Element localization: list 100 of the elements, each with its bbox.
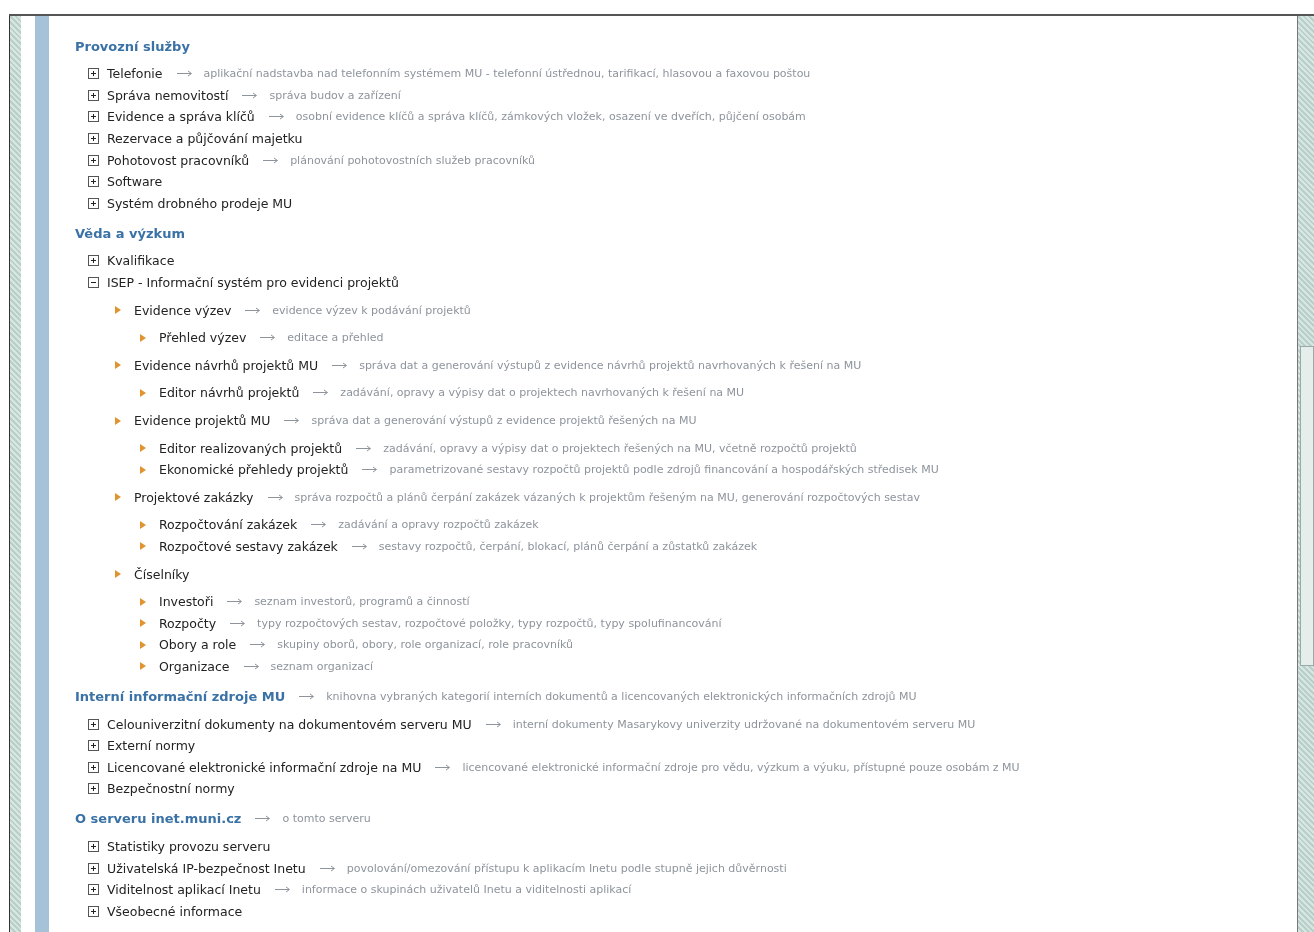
item-description: skupiny oborů, obory, role organizací, role pracovníků [277, 638, 574, 652]
menu-item[interactable]: Bezpečnostní normy [107, 781, 235, 797]
menu-item[interactable]: Rozpočtové sestavy zakázek [159, 539, 338, 554]
arrow-icon [332, 361, 349, 369]
expand-icon[interactable] [88, 68, 99, 80]
expand-icon[interactable] [88, 133, 99, 145]
item-description: seznam investorů, programů a činností [254, 595, 470, 609]
bullet-icon [115, 570, 121, 579]
menu-item[interactable]: Číselníky [134, 566, 190, 582]
arrow-icon [284, 417, 301, 424]
expand-icon[interactable] [88, 111, 99, 123]
item-description: aplikační nadstavba nad telefonním systémem MU - telefonní ústřednou, tarifikací, hlasovou a faxovou poštou [203, 67, 811, 81]
scrollbar[interactable] [1297, 16, 1314, 932]
arrow-icon [313, 389, 330, 397]
section-heading[interactable]: Věda a výzkum [75, 225, 186, 241]
item-description: správa dat a generování výstupů z evidence projektů řešených na MU [311, 414, 697, 427]
section-heading[interactable]: Provozní služby [75, 38, 190, 54]
item-description: knihovna vybraných kategorií interních dokumentů a licencovaných elektronických informačních zdrojů MU [326, 689, 917, 703]
item-description: zadávání a opravy rozpočtů zakázek [338, 518, 539, 532]
menu-item[interactable]: Správa nemovitostí [107, 87, 229, 103]
expand-icon[interactable] [88, 154, 99, 166]
arrow-icon [268, 113, 285, 121]
expand-icon[interactable] [88, 176, 99, 188]
menu-item[interactable]: Licencované elektronické informační zdroje na MU [107, 759, 422, 775]
menu-item[interactable]: Obory a role [159, 637, 237, 653]
expand-icon[interactable] [88, 740, 99, 752]
menu-item[interactable]: Evidence projektů MU [134, 413, 271, 428]
menu-item[interactable]: Evidence výzev [134, 302, 232, 318]
item-description: typy rozpočtových sestav, rozpočtové položky, typy rozpočtů, typy spolufinancování [257, 616, 722, 630]
menu-item[interactable]: Projektové zakázky [134, 489, 254, 505]
bullet-icon [115, 306, 121, 315]
item-description: parametrizované sestavy rozpočtů projektů podle zdrojů financování a hospodářských středisek MU [389, 463, 939, 477]
menu-item[interactable]: Celouniverzitní dokumenty na dokumentovém serveru MU [107, 716, 472, 732]
menu-item[interactable]: Pohotovost pracovníků [107, 152, 250, 168]
item-description: osobní evidence klíčů a správa klíčů, zámkových vložek, osazení ve dveřích, půjčení osobám [295, 110, 806, 124]
arrow-icon [242, 91, 259, 99]
menu-item[interactable]: Software [107, 174, 163, 190]
menu-item[interactable]: Rozpočty [159, 615, 217, 631]
scrollbar-thumb[interactable] [1300, 346, 1314, 666]
expand-icon[interactable] [88, 197, 99, 209]
item-description: interní dokumenty Masarykovy univerzity udržované na dokumentovém serveru MU [512, 717, 976, 731]
menu-item[interactable]: Uživatelská IP-bezpečnost Inetu [107, 860, 306, 876]
menu-item[interactable]: ISEP - Informační systém pro evidenci projektů [107, 275, 399, 291]
bullet-icon [115, 416, 121, 425]
item-description: správa dat a generování výstupů z evidence návrhů projektů navrhovaných k řešení na MU [359, 358, 862, 372]
arrow-icon [485, 720, 502, 728]
item-description: informace o skupinách uživatelů Inetu a viditelnosti aplikací [301, 883, 632, 897]
menu-item[interactable]: Statistiky provozu serveru [107, 838, 271, 854]
arrow-icon [227, 598, 244, 606]
menu-item[interactable]: Investoři [159, 594, 214, 610]
menu-item[interactable]: Ekonomické přehledy projektů [159, 462, 349, 478]
bullet-icon [140, 520, 146, 529]
arrow-icon [243, 662, 260, 670]
bullet-icon [115, 361, 121, 370]
arrow-icon [245, 306, 262, 314]
bullet-icon [140, 388, 146, 397]
bullet-icon [140, 542, 146, 551]
arrow-icon [299, 692, 316, 700]
expand-icon[interactable] [88, 718, 99, 730]
menu-item[interactable]: Rezervace a půjčování majetku [107, 131, 303, 147]
arrow-icon [435, 763, 452, 771]
menu-item[interactable]: Přehled výzev [159, 330, 247, 346]
section-heading[interactable]: Interní informační zdroje MU [75, 688, 286, 704]
item-description: sestavy rozpočtů, čerpání, blokací, plánů čerpání a zůstatků zakázek [378, 540, 758, 553]
arrow-icon [250, 641, 267, 649]
arrow-icon [362, 466, 379, 474]
expand-icon[interactable] [88, 761, 99, 773]
menu-item[interactable]: Kvalifikace [107, 253, 175, 269]
menu-item[interactable]: Systém drobného prodeje MU [107, 195, 293, 211]
expand-icon[interactable] [88, 783, 99, 795]
menu-item[interactable]: Editor návrhů projektů [159, 385, 300, 401]
bullet-icon [140, 640, 146, 649]
arrow-icon [274, 886, 291, 894]
arrow-icon [311, 521, 328, 529]
bullet-icon [140, 597, 146, 606]
arrow-icon [319, 864, 336, 872]
expand-icon[interactable] [88, 862, 99, 874]
item-description: správa budov a zařízení [269, 88, 401, 102]
collapse-icon[interactable] [88, 277, 99, 289]
menu-item[interactable]: Všeobecné informace [107, 903, 243, 919]
expand-icon[interactable] [88, 884, 99, 896]
arrow-icon [255, 815, 272, 823]
expand-icon[interactable] [88, 905, 99, 917]
bullet-icon [140, 333, 146, 342]
menu-item[interactable]: Organizace [159, 658, 230, 674]
menu-item[interactable]: Viditelnost aplikací Inetu [107, 882, 261, 898]
expand-icon[interactable] [88, 89, 99, 101]
arrow-icon [267, 493, 284, 501]
expand-icon[interactable] [88, 840, 99, 852]
menu-item[interactable]: Evidence návrhů projektů MU [134, 357, 319, 373]
item-description: seznam organizací [270, 659, 374, 673]
menu-item[interactable]: Evidence a správa klíčů [107, 109, 255, 125]
item-description: editace a přehled [287, 331, 384, 345]
arrow-icon [176, 70, 193, 78]
section-heading[interactable]: O serveru inet.muni.cz [75, 811, 242, 827]
menu-item[interactable]: Editor realizovaných projektů [159, 440, 343, 456]
expand-icon[interactable] [88, 255, 99, 267]
menu-item[interactable]: Telefonie [107, 66, 163, 82]
menu-item[interactable]: Externí normy [107, 738, 196, 754]
menu-item[interactable]: Rozpočtování zakázek [159, 517, 298, 533]
